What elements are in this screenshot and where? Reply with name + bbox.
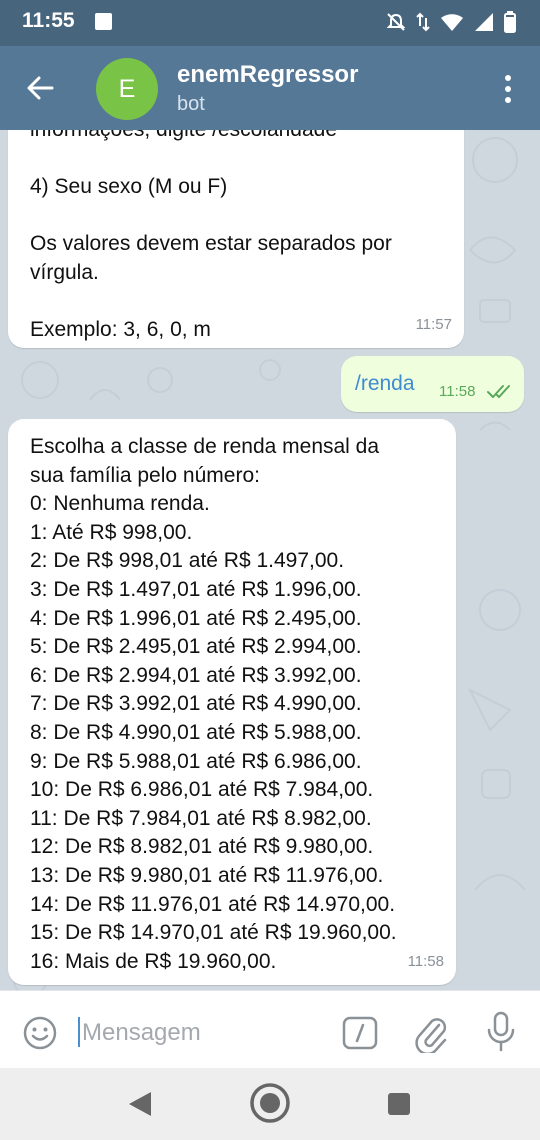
message-line: 2: De R$ 998,01 até R$ 1.497,00.	[30, 549, 345, 573]
status-bar: 11:55	[0, 0, 540, 46]
message-line: 0: Nenhuma renda.	[30, 492, 210, 516]
slash-command-icon[interactable]	[342, 1015, 378, 1051]
message-composer	[0, 990, 540, 1069]
message-time: 11:58	[439, 383, 476, 400]
message-line: 9: De R$ 5.988,01 até R$ 6.986,00.	[30, 749, 362, 773]
emoji-icon[interactable]	[22, 1015, 58, 1051]
message-line: 12: De R$ 8.982,01 até R$ 9.980,00.	[30, 835, 374, 859]
more-vertical-icon[interactable]	[498, 71, 518, 107]
chat-header: E enemRegressor bot	[0, 46, 540, 130]
message-line: 3: De R$ 1.497,01 até R$ 1.996,00.	[30, 577, 362, 601]
nav-recents-icon[interactable]	[388, 1093, 410, 1115]
message-time: 11:58	[407, 953, 444, 971]
paperclip-icon[interactable]	[413, 1013, 449, 1053]
message-line: sua família pelo número:	[30, 463, 260, 487]
message-bubble-outgoing[interactable]: /renda 11:58	[341, 356, 524, 412]
message-text: /renda	[355, 372, 415, 395]
status-time: 11:55	[22, 9, 75, 32]
message-line: 4: De R$ 1.996,01 até R$ 2.495,00.	[30, 606, 362, 630]
arrow-left-icon[interactable]	[20, 70, 64, 106]
message-line	[30, 202, 392, 231]
nav-back-icon[interactable]	[127, 1090, 153, 1118]
signal-icon	[475, 13, 493, 31]
message-line: vírgula.	[30, 260, 99, 284]
data-arrows-icon	[416, 12, 430, 32]
photo-icon	[95, 13, 112, 30]
message-line: 6: De R$ 2.994,01 até R$ 3.992,00.	[30, 663, 362, 687]
chat-title[interactable]: enemRegressor	[177, 61, 358, 89]
message-line	[30, 145, 392, 174]
message-line: 16: Mais de R$ 19.960,00.	[30, 949, 277, 973]
message-bubble-incoming[interactable]: informações, digite /escolaridade 4) Seu…	[8, 130, 464, 348]
wifi-icon	[441, 14, 463, 31]
message-line: 15: De R$ 14.970,01 até R$ 19.960,00.	[30, 921, 397, 945]
message-line: 10: De R$ 6.986,01 até R$ 7.984,00.	[30, 778, 374, 802]
message-line: Escolha a classe de renda mensal da	[30, 435, 380, 458]
mute-icon	[386, 13, 406, 31]
chat-subtitle: bot	[177, 93, 205, 115]
message-line: 13: De R$ 9.980,01 até R$ 11.976,00.	[30, 863, 384, 887]
message-line: 4) Seu sexo (M ou F)	[30, 175, 228, 199]
message-line: 11: De R$ 7.984,01 até R$ 8.982,00.	[30, 806, 372, 830]
battery-icon	[504, 11, 516, 33]
message-line: Exemplo: 3, 6, 0, m	[30, 318, 211, 342]
message-line: 8: De R$ 4.990,01 até R$ 5.988,00.	[30, 720, 362, 744]
message-line: 1: Até R$ 998,00.	[30, 520, 193, 544]
status-icons	[386, 11, 516, 33]
message-time: 11:57	[415, 316, 452, 334]
message-input[interactable]	[80, 1013, 334, 1053]
message-bubble-incoming[interactable]: Escolha a classe de renda mensal da sua …	[8, 419, 456, 985]
message-line: 5: De R$ 2.495,01 até R$ 2.994,00.	[30, 635, 362, 659]
message-line: informações, digite /escolaridade	[30, 130, 392, 145]
microphone-icon[interactable]	[484, 1011, 518, 1053]
message-line: 7: De R$ 3.992,01 até R$ 4.990,00.	[30, 692, 362, 716]
message-line: Os valores devem estar separados por	[30, 232, 392, 256]
system-nav-bar	[0, 1068, 540, 1140]
message-line: 14: De R$ 11.976,01 até R$ 14.970,00.	[30, 892, 396, 916]
avatar[interactable]: E	[96, 58, 158, 120]
double-check-icon	[487, 385, 510, 398]
message-line	[30, 288, 392, 317]
chat-area[interactable]: informações, digite /escolaridade 4) Seu…	[0, 130, 540, 990]
nav-home-icon[interactable]	[249, 1082, 291, 1124]
